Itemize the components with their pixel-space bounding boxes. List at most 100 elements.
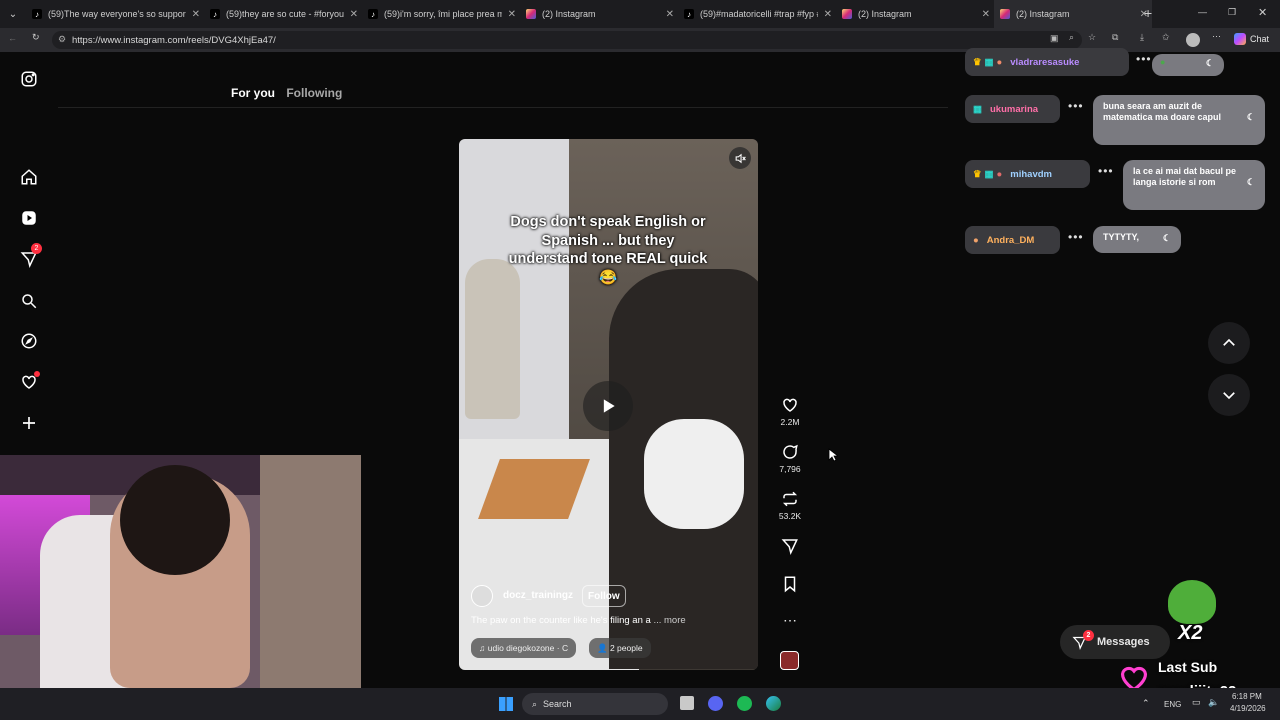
browser-tab[interactable]: (2) Instagram ✕	[520, 0, 678, 28]
share-button[interactable]	[776, 537, 804, 558]
edge-icon[interactable]	[766, 696, 781, 711]
refresh-button[interactable]: ↻	[32, 32, 40, 43]
language-indicator[interactable]: ENG	[1164, 700, 1181, 709]
start-windows-icon[interactable]	[499, 697, 513, 711]
follow-button[interactable]: Follow	[582, 585, 626, 607]
close-tab-icon[interactable]: ✕	[192, 9, 200, 20]
play-button[interactable]	[583, 381, 633, 431]
copilot-chat-button[interactable]: Chat	[1234, 33, 1269, 45]
tab-list-chevron-icon[interactable]: ⌄	[0, 9, 26, 20]
browser-tab[interactable]: (2) Instagram ✕	[994, 0, 1152, 28]
webcam-curtain	[260, 455, 361, 688]
tray-chevron-icon[interactable]: ⌃	[1142, 698, 1150, 709]
extensions-icon[interactable]: ⧉	[1112, 32, 1118, 43]
webcam-hair	[120, 465, 230, 575]
close-tab-icon[interactable]: ✕	[350, 9, 358, 20]
browser-tab[interactable]: ♪ (59)#madatoricelli #trap #fyp #67 ✕	[678, 0, 836, 28]
tagged-people-pill[interactable]: 👤 2 people	[589, 638, 651, 658]
reel-description[interactable]: The paw on the counter like he's filing …	[471, 615, 686, 626]
home-icon[interactable]	[17, 165, 41, 189]
comment-icon	[783, 444, 798, 459]
left-nav: 2	[0, 52, 58, 452]
more-options-icon[interactable]: ⋯	[1212, 31, 1221, 42]
reel-video[interactable]: Dogs don't speak English or Spanish ... …	[459, 139, 758, 670]
taskbar-search-box[interactable]: ⌕ Search	[522, 693, 668, 715]
spotify-icon[interactable]	[737, 696, 752, 711]
search-icon: ⌕	[532, 698, 538, 709]
copilot-icon	[1234, 33, 1246, 45]
volume-icon[interactable]: 🔈	[1208, 697, 1219, 708]
instagram-logo-icon[interactable]	[17, 67, 41, 91]
bookmark-icon	[784, 576, 796, 593]
audio-pill[interactable]: ♫ udio diegokozone · C	[471, 638, 577, 658]
emote-icon: ●	[1160, 57, 1166, 67]
tiktok-icon: ♪	[32, 9, 42, 19]
close-tab-icon[interactable]: ✕	[666, 9, 674, 20]
audio-thumbnail[interactable]	[780, 651, 799, 670]
browser-tab[interactable]: ♪ (59)they are so cute - #foryou #ju ✕	[204, 0, 362, 28]
moon-icon: ☾	[1246, 112, 1255, 122]
site-info-icon[interactable]: ⚙	[58, 34, 66, 45]
chat-user-chip: ♛ ▦ ● vladraresasuke	[965, 48, 1129, 76]
create-plus-icon[interactable]	[17, 411, 41, 435]
browser-tab[interactable]: ♪ (59)The way everyone's so suppor ✕	[26, 0, 204, 28]
favorite-star-icon[interactable]: ☆	[1088, 32, 1096, 43]
browser-tab-title: (59)#madatoricelli #trap #fyp #67	[700, 9, 818, 19]
download-icon[interactable]: ⤓	[1140, 32, 1144, 43]
more-link[interactable]: ... more	[653, 615, 685, 626]
tiktok-icon: ♪	[368, 9, 378, 19]
video-dog-chest	[644, 419, 744, 529]
instagram-icon	[1000, 9, 1010, 19]
author-username[interactable]: docz_trainingz	[503, 590, 573, 601]
chat-username: Andra_DM	[986, 234, 1035, 246]
instagram-icon	[842, 9, 852, 19]
discord-icon[interactable]	[708, 696, 723, 711]
close-tab-icon[interactable]: ✕	[824, 9, 832, 20]
back-button[interactable]: ←	[8, 33, 17, 43]
tab-following[interactable]: Following	[286, 86, 342, 100]
webcam-overlay	[0, 455, 361, 688]
crown-badge-icon: ♛	[973, 56, 982, 68]
like-button[interactable]: 2.2M	[776, 396, 804, 427]
comment-button[interactable]: 7,796	[776, 443, 804, 474]
chat-message-bubble: la ce ai mai dat bacul pe langa istorie …	[1123, 160, 1265, 210]
browser-tab[interactable]: ♪ (59)i'm sorry, îmi place prea mult a ✕	[362, 0, 520, 28]
maximize-button[interactable]: ❐	[1228, 7, 1236, 18]
minimize-button[interactable]: —	[1198, 7, 1207, 17]
heart-notifications-icon[interactable]	[17, 370, 41, 394]
browser-tab[interactable]: (2) Instagram ✕	[836, 0, 994, 28]
mute-toggle-button[interactable]	[729, 147, 751, 169]
clock-date[interactable]: 4/19/2026	[1230, 704, 1266, 713]
clock-time[interactable]: 6:18 PM	[1232, 692, 1262, 701]
explore-icon[interactable]	[17, 329, 41, 353]
close-window-button[interactable]: ✕	[1258, 6, 1267, 19]
chat-dots-icon: •••	[1136, 52, 1152, 66]
more-options-button[interactable]: ⋯	[776, 612, 804, 629]
split-screen-icon[interactable]: ▣	[1050, 33, 1059, 44]
network-icon[interactable]: ▭	[1192, 697, 1201, 708]
profile-avatar[interactable]	[1186, 33, 1200, 47]
close-tab-icon[interactable]: ✕	[982, 9, 990, 20]
search-icon[interactable]	[17, 289, 41, 313]
repost-button[interactable]: 53.2K	[776, 490, 804, 521]
author-avatar[interactable]	[471, 585, 493, 607]
chat-message-text: la ce ai mai dat bacul pe langa istorie …	[1133, 166, 1237, 187]
tab-for-you[interactable]: For you	[231, 86, 275, 100]
chat-label: Chat	[1250, 34, 1270, 44]
messages-icon[interactable]: 2	[17, 243, 42, 271]
url-field[interactable]: ⚙ https://www.instagram.com/reels/DVG4Xh…	[52, 31, 1082, 49]
zoom-icon[interactable]: ⌕	[1069, 32, 1074, 43]
favorites-icon[interactable]: ✩	[1162, 32, 1170, 43]
comment-count: 7,796	[779, 464, 801, 474]
reels-icon[interactable]	[17, 206, 41, 230]
chat-dots-icon: •••	[1098, 164, 1114, 178]
messages-widget[interactable]: 2 Messages	[1060, 625, 1170, 659]
new-tab-button[interactable]: +	[1144, 5, 1152, 21]
sub-badge-icon: ▦	[984, 168, 994, 180]
save-button[interactable]	[776, 575, 804, 596]
file-explorer-icon[interactable]	[680, 696, 694, 710]
next-reel-button[interactable]	[1208, 374, 1250, 416]
close-tab-icon[interactable]: ✕	[508, 9, 516, 20]
chat-message-text: TYTYTY,	[1103, 232, 1140, 242]
previous-reel-button[interactable]	[1208, 322, 1250, 364]
